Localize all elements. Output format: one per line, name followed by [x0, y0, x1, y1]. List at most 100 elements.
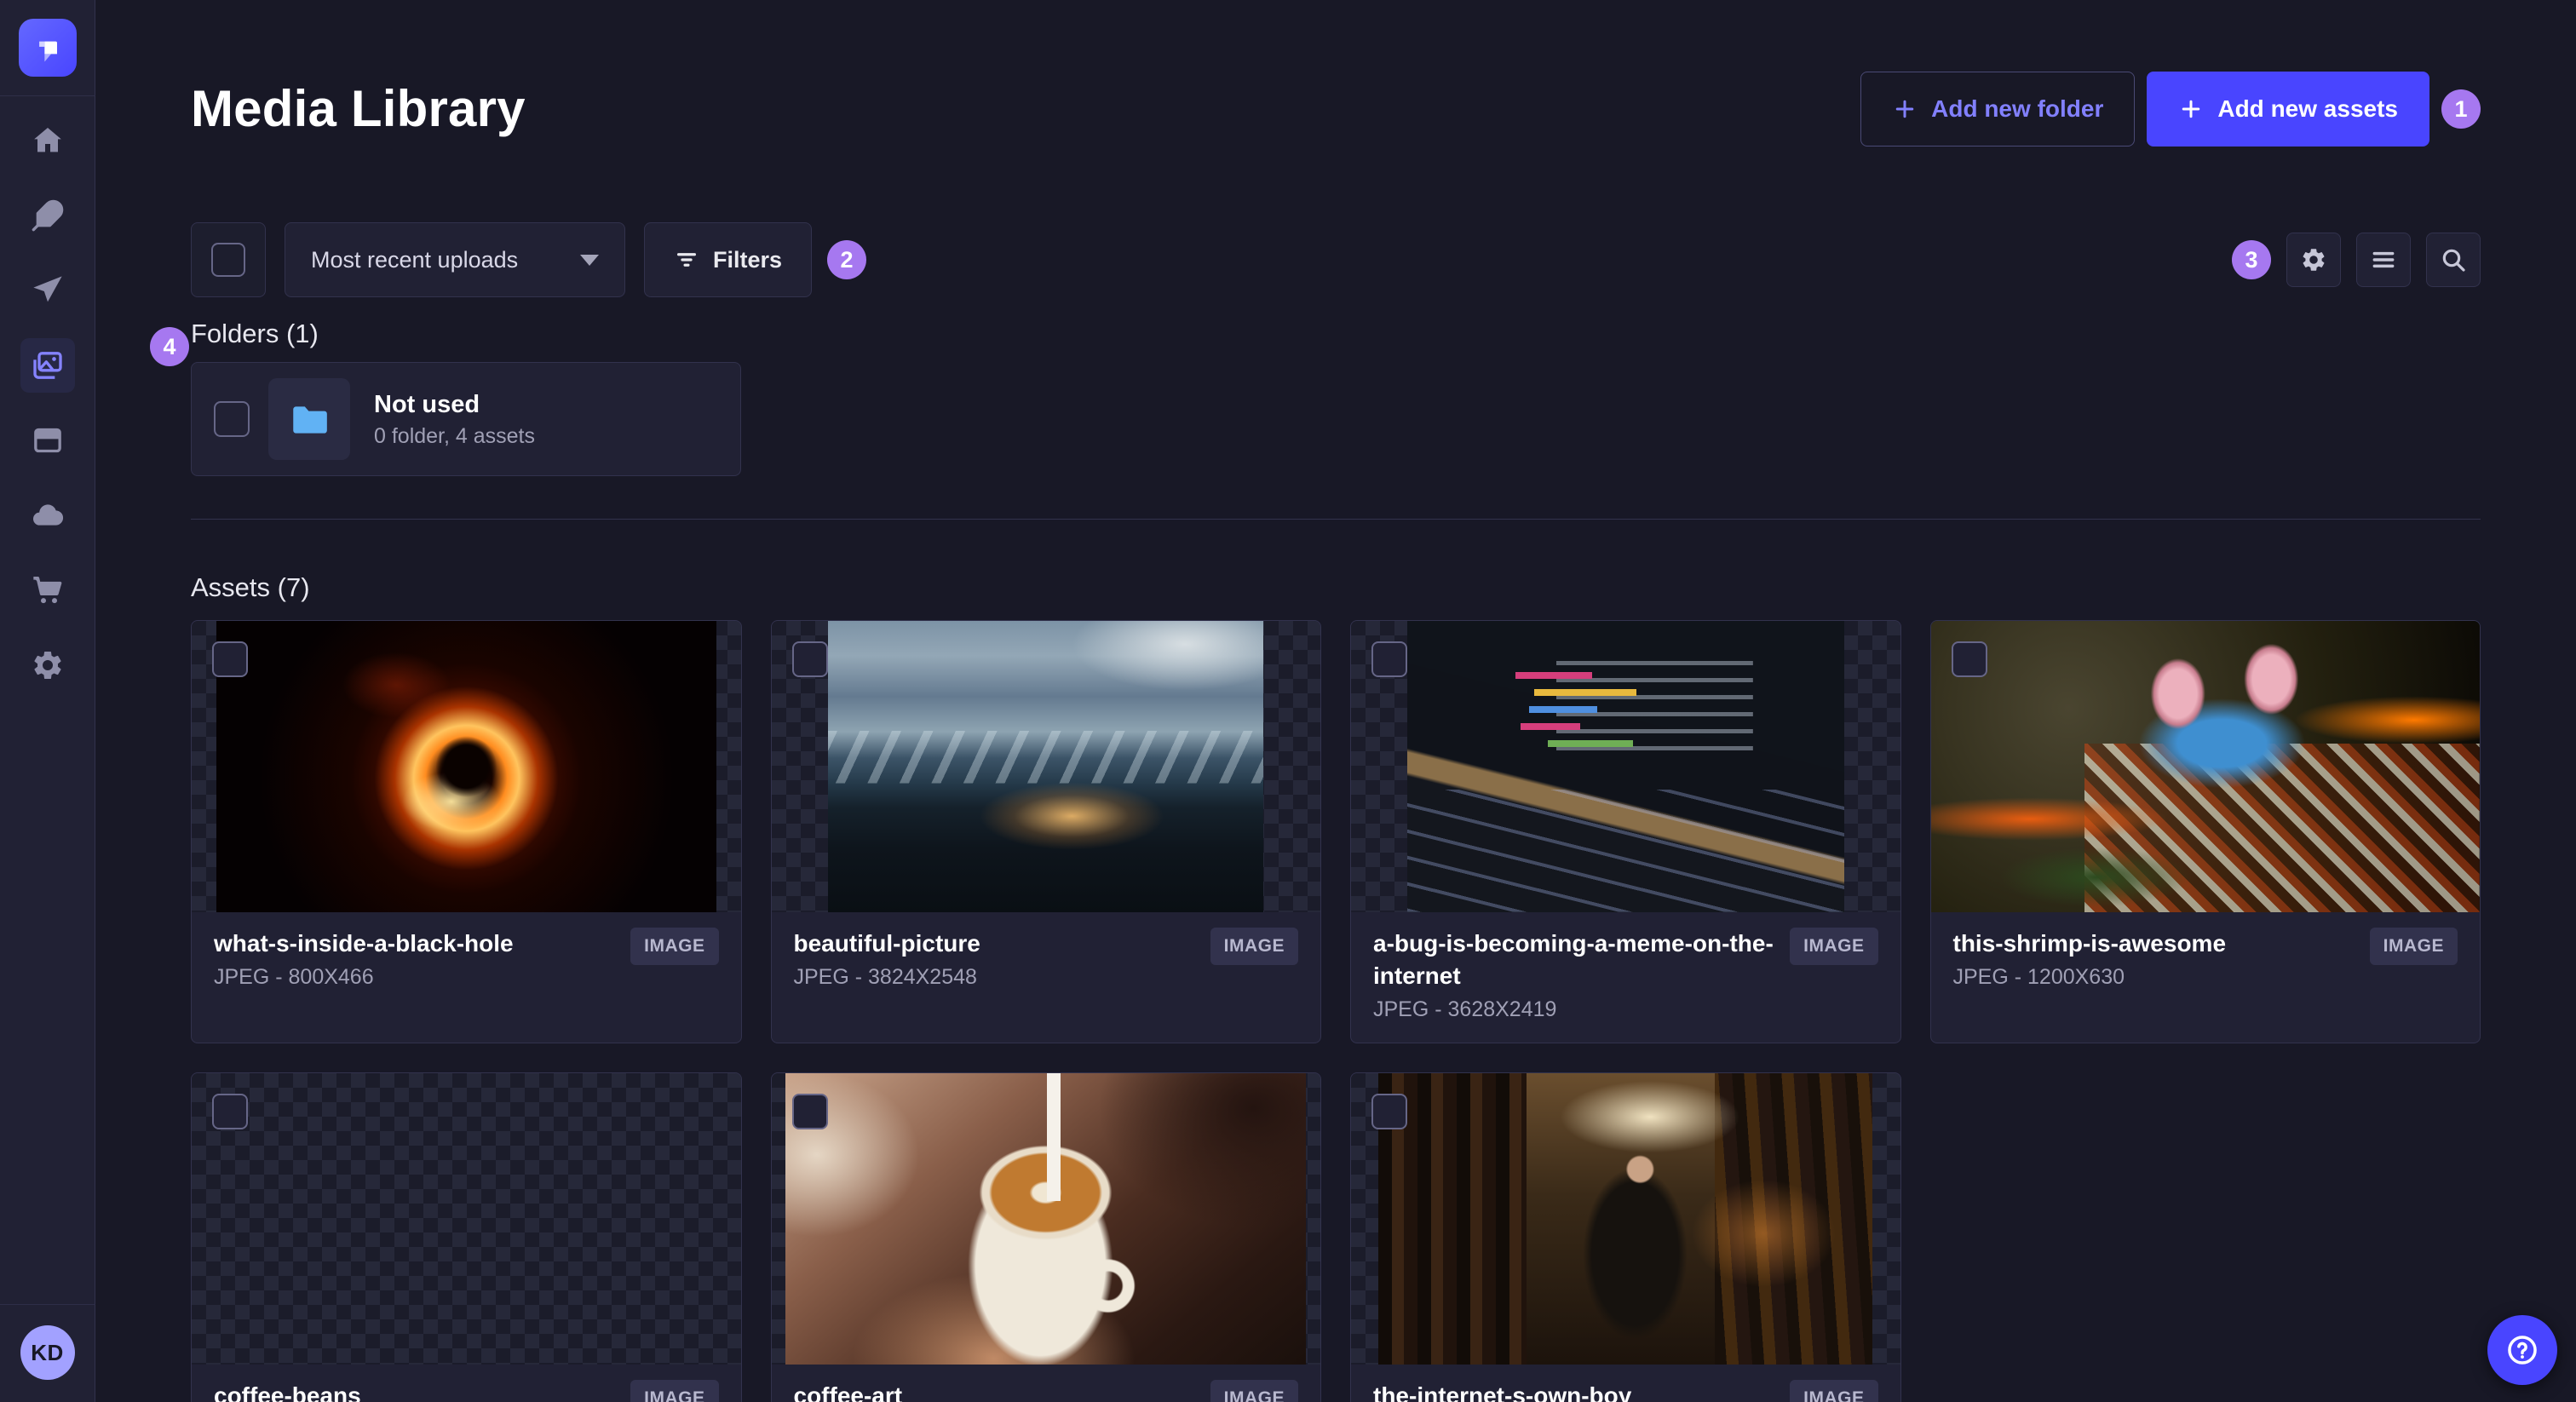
asset-checkbox[interactable] — [1371, 1094, 1407, 1129]
asset-thumbnail — [192, 621, 741, 912]
header-actions: Add new folder Add new assets 1 — [1860, 72, 2481, 147]
assets-heading: Assets (7) — [191, 572, 310, 602]
send-icon — [32, 276, 62, 302]
asset-card[interactable]: coffee-art JPEG - 5824X3259 IMAGE — [770, 1072, 1321, 1402]
filter-icon — [677, 253, 696, 267]
plus-icon — [1895, 100, 1914, 118]
asset-checkbox[interactable] — [791, 1094, 828, 1129]
asset-name: the-internet-s-own-boy — [1373, 1382, 1632, 1402]
folder-name: Not used — [374, 391, 480, 418]
mountain-landscape-image — [828, 621, 1264, 912]
asset-card-footer: what-s-inside-a-black-hole JPEG - 800X46… — [192, 912, 741, 1043]
add-new-assets-button[interactable]: Add new assets — [2147, 72, 2429, 147]
asset-checkbox[interactable] — [212, 641, 248, 677]
asset-type-badge: IMAGE — [630, 928, 719, 965]
add-new-folder-button[interactable]: Add new folder — [1860, 72, 2136, 147]
media-library-icon — [32, 352, 62, 379]
sidebar-item-home[interactable] — [20, 113, 75, 168]
folder-meta: 0 folder, 4 assets — [374, 424, 536, 448]
asset-checkbox[interactable] — [791, 641, 828, 677]
cart-icon — [32, 577, 61, 604]
sidebar-item-content[interactable] — [20, 188, 75, 243]
tour-step-badge-3: 3 — [2232, 240, 2271, 279]
asset-card[interactable]: the-internet-s-own-boy JPEG - 1200X707 I… — [1350, 1072, 1901, 1402]
gear-icon — [2303, 249, 2325, 271]
sidebar-item-content-manager[interactable] — [20, 413, 75, 468]
assets-grid: what-s-inside-a-black-hole JPEG - 800X46… — [191, 620, 2481, 1402]
assets-toolbar: Most recent uploads Filters 2 3 — [191, 222, 2481, 297]
asset-type-badge: IMAGE — [1210, 1380, 1298, 1402]
asset-thumbnail — [192, 1073, 741, 1365]
asset-card-footer: coffee-art JPEG - 5824X3259 IMAGE — [772, 1365, 1321, 1402]
sidebar-footer: KD — [0, 1304, 95, 1402]
asset-name: this-shrimp-is-awesome — [1952, 930, 2227, 957]
gear-icon — [33, 651, 61, 679]
asset-meta: JPEG - 3628X2419 — [1373, 997, 1557, 1021]
list-icon — [2372, 251, 2395, 268]
page-title: Media Library — [191, 80, 526, 137]
folder-info: Not used 0 folder, 4 assets — [374, 388, 535, 450]
folder-checkbox[interactable] — [214, 401, 250, 437]
search-button[interactable] — [2426, 233, 2481, 287]
asset-type-badge: IMAGE — [630, 1380, 719, 1402]
folder-icon — [293, 406, 327, 434]
list-view-button[interactable] — [2356, 233, 2411, 287]
asset-type-badge: IMAGE — [1210, 928, 1298, 965]
asset-card[interactable]: coffee-beans JPEG - 5021X3347 IMAGE — [191, 1072, 742, 1402]
tour-step-badge-4: 4 — [150, 327, 189, 366]
laptop-code-image — [1406, 621, 1844, 912]
select-all-checkbox-button[interactable] — [191, 222, 266, 297]
tour-step-badge-1: 1 — [2441, 89, 2481, 129]
add-new-folder-label: Add new folder — [1931, 95, 2104, 122]
asset-checkbox[interactable] — [1951, 641, 1987, 677]
folder-icon-tile — [268, 378, 350, 460]
plus-icon — [2182, 100, 2200, 118]
sidebar-divider — [0, 95, 95, 96]
sidebar-item-deploy[interactable] — [20, 488, 75, 543]
sidebar-item-settings[interactable] — [20, 638, 75, 692]
user-avatar[interactable]: KD — [20, 1325, 75, 1380]
asset-card[interactable]: this-shrimp-is-awesome JPEG - 1200X630 I… — [1929, 620, 2481, 1043]
chevron-down-icon — [580, 254, 599, 266]
asset-card[interactable]: a-bug-is-becoming-a-meme-on-the-internet… — [1350, 620, 1901, 1043]
asset-card-footer: a-bug-is-becoming-a-meme-on-the-internet… — [1351, 912, 1900, 1043]
asset-checkbox[interactable] — [212, 1094, 248, 1129]
media-library-page: Media Library Add new folder Add new ass… — [95, 0, 2576, 1402]
sidebar-item-media-library[interactable] — [20, 338, 75, 393]
asset-thumbnail — [1351, 621, 1900, 912]
folders-heading: Folders (1) — [191, 319, 319, 348]
asset-thumbnail — [1351, 1073, 1900, 1365]
folder-card[interactable]: Not used 0 folder, 4 assets — [191, 362, 741, 476]
asset-card-footer: this-shrimp-is-awesome JPEG - 1200X630 I… — [1931, 912, 2481, 1043]
cloud-icon — [32, 504, 63, 526]
layout-icon — [33, 428, 61, 453]
section-divider — [191, 519, 2481, 520]
asset-card[interactable]: beautiful-picture JPEG - 3824X2548 IMAGE — [770, 620, 1321, 1043]
feather-icon — [32, 199, 63, 232]
sort-dropdown[interactable]: Most recent uploads — [285, 222, 625, 297]
search-icon — [2442, 249, 2465, 272]
configure-view-button[interactable] — [2286, 233, 2341, 287]
strapi-logo[interactable] — [18, 19, 77, 77]
filters-button[interactable]: Filters — [644, 222, 813, 297]
select-all-checkbox[interactable] — [211, 243, 245, 277]
sidebar-item-marketplace[interactable] — [20, 563, 75, 618]
asset-name: what-s-inside-a-black-hole — [214, 930, 514, 957]
library-portrait-image — [1378, 1073, 1873, 1365]
asset-card-footer: beautiful-picture JPEG - 3824X2548 IMAGE — [772, 912, 1321, 1043]
sidebar-item-releases[interactable] — [20, 263, 75, 318]
filters-label: Filters — [713, 246, 783, 273]
asset-card-footer: the-internet-s-own-boy JPEG - 1200X707 I… — [1351, 1365, 1900, 1402]
asset-name: beautiful-picture — [793, 930, 980, 957]
folders-section: Folders (1) Not used 0 folder, 4 assets — [191, 317, 2481, 476]
help-button[interactable] — [2487, 1315, 2557, 1385]
home-icon — [33, 128, 61, 152]
tour-step-badge-2: 2 — [827, 240, 867, 279]
sidebar-nav — [20, 113, 75, 692]
asset-checkbox[interactable] — [1371, 641, 1407, 677]
asset-thumbnail — [771, 1073, 1320, 1365]
asset-type-badge: IMAGE — [1790, 1380, 1878, 1402]
asset-thumbnail — [771, 621, 1320, 912]
asset-card[interactable]: what-s-inside-a-black-hole JPEG - 800X46… — [191, 620, 742, 1043]
asset-meta: JPEG - 800X466 — [214, 965, 374, 989]
